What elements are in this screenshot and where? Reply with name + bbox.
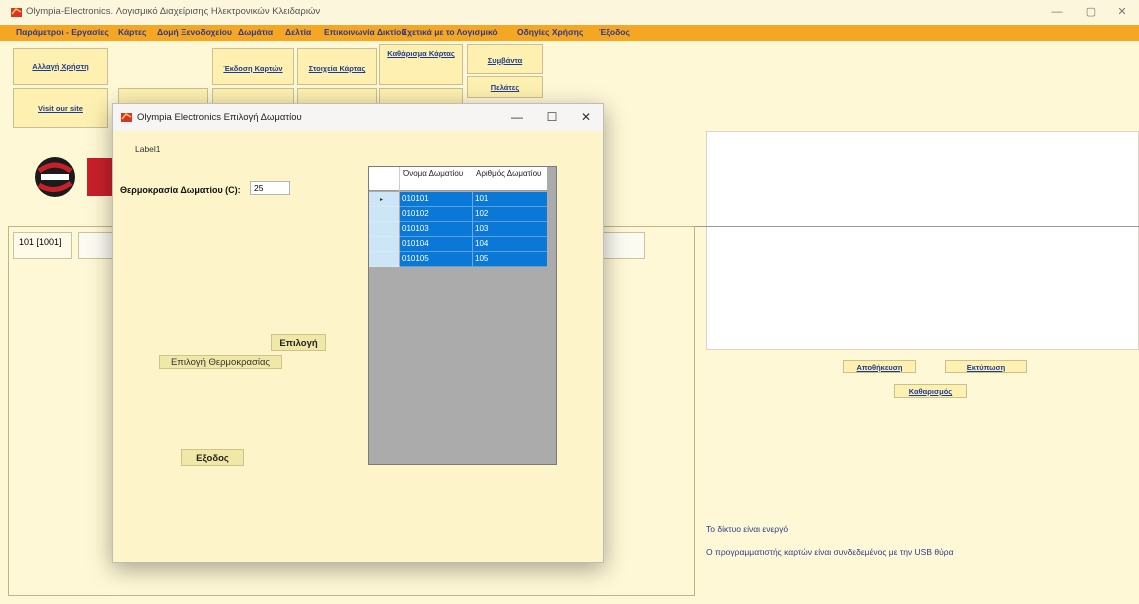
- menu-network[interactable]: Επικοινωνία Δικτίου: [324, 27, 406, 37]
- dialog-maximize-button[interactable]: ☐: [537, 109, 567, 126]
- dialog-title-bar: Olympia Electronics Επιλογή Δωματίου — ☐…: [113, 104, 603, 131]
- cell-room-name[interactable]: 010105: [400, 252, 473, 267]
- menu-exit[interactable]: Έξοδος: [599, 27, 630, 37]
- menu-help[interactable]: Οδηγίες Χρήσης: [517, 27, 583, 37]
- menu-bar: Παράμετροι - Εργασίες Κάρτες Δομή Ξενοδο…: [0, 25, 1139, 41]
- cell-room-number[interactable]: 103: [473, 222, 547, 237]
- dialog-app-icon: [121, 113, 132, 122]
- temperature-input[interactable]: 25: [250, 181, 290, 195]
- clear-label: Καθαρισμός: [908, 387, 953, 396]
- row-selector-icon: ▸: [380, 197, 384, 203]
- cell-room-name[interactable]: 010104: [400, 237, 473, 252]
- visit-site-button[interactable]: Visit our site: [13, 88, 108, 128]
- grid-corner-cell: [369, 167, 400, 191]
- clear-card-button[interactable]: Καθάρισμα Κάρτας: [379, 44, 463, 85]
- issue-cards-button[interactable]: Έκδοση Καρτών: [212, 48, 294, 85]
- print-label: Εκτύπωση: [966, 363, 1006, 372]
- dialog-minimize-button[interactable]: —: [502, 109, 532, 126]
- events-label: Συμβάντα: [487, 56, 523, 65]
- cell-room-number[interactable]: 104: [473, 237, 547, 252]
- dialog-close-button[interactable]: ✕: [571, 109, 601, 126]
- events-button[interactable]: Συμβάντα: [467, 44, 543, 74]
- card-info-label: Στοιχεία Κάρτας: [308, 64, 366, 73]
- exit-button[interactable]: Εξοδος: [181, 449, 244, 466]
- cell-room-number[interactable]: 105: [473, 252, 547, 267]
- cell-room-name[interactable]: 010103: [400, 222, 473, 237]
- row-header[interactable]: [369, 222, 400, 237]
- olympia-logo-icon: [35, 157, 75, 197]
- change-user-label: Αλλαγή Χρήστη: [32, 62, 89, 71]
- close-button[interactable]: ✕: [1105, 4, 1139, 21]
- menu-reports[interactable]: Δελτία: [285, 27, 311, 37]
- maximize-button[interactable]: ▢: [1074, 4, 1108, 21]
- cell-room-name[interactable]: 010102: [400, 207, 473, 222]
- customers-label: Πελάτες: [490, 83, 520, 92]
- select-temperature-button[interactable]: Επιλογή Θερμοκρασίας: [159, 355, 282, 369]
- menu-hotel-structure[interactable]: Δομή Ξενοδοχείου: [157, 27, 232, 37]
- brand-badge-icon: [87, 158, 113, 196]
- card-info-button[interactable]: Στοιχεία Κάρτας: [297, 48, 377, 85]
- menu-cards[interactable]: Κάρτες: [118, 27, 146, 37]
- cell-room-number[interactable]: 101: [473, 192, 547, 207]
- network-status: Το δίκτυο είναι ενεργό: [706, 524, 789, 534]
- main-title-bar: Olympia-Electronics. Λογισμικό Διαχείρισ…: [0, 0, 1139, 25]
- menu-about[interactable]: Σχετικά με το Λογισμικό: [402, 27, 498, 37]
- separator-line: [695, 226, 1139, 227]
- dialog-title: Olympia Electronics Επιλογή Δωματίου: [137, 112, 302, 123]
- programmer-status: Ο προγραμματιστής καρτών είναι συνδεδεμέ…: [706, 547, 954, 557]
- grid-row[interactable]: 010102 102: [369, 207, 547, 222]
- grid-row[interactable]: 010103 103: [369, 222, 547, 237]
- grid-row[interactable]: 010105 105: [369, 252, 547, 267]
- temperature-label: Θερμοκρασία Δωματίου (C):: [120, 185, 241, 195]
- save-label: Αποθήκευση: [856, 363, 903, 372]
- rooms-grid: Όνομα Δωματίου Αριθμός Δωματίου ▸ 010101…: [368, 166, 557, 465]
- grid-row[interactable]: 010104 104: [369, 237, 547, 252]
- print-button[interactable]: Εκτύπωση: [945, 360, 1027, 373]
- row-header[interactable]: ▸: [369, 192, 400, 207]
- change-user-button[interactable]: Αλλαγή Χρήστη: [13, 48, 108, 85]
- cell-room-number[interactable]: 102: [473, 207, 547, 222]
- issue-cards-label: Έκδοση Καρτών: [223, 64, 283, 73]
- grid-header: Όνομα Δωματίου Αριθμός Δωματίου: [369, 167, 547, 191]
- menu-parameters[interactable]: Παράμετροι - Εργασίες: [16, 27, 109, 37]
- grid-row[interactable]: ▸ 010101 101: [369, 192, 547, 207]
- app-logo-icon: [11, 8, 22, 17]
- customers-button[interactable]: Πελάτες: [467, 76, 543, 98]
- column-room-number[interactable]: Αριθμός Δωματίου: [476, 170, 542, 178]
- select-button[interactable]: Επιλογή: [271, 334, 326, 351]
- column-room-name[interactable]: Όνομα Δωματίου: [403, 170, 469, 178]
- save-button[interactable]: Αποθήκευση: [843, 360, 916, 373]
- menu-rooms[interactable]: Δωμάτια: [238, 27, 273, 37]
- cell-room-name[interactable]: 010101: [400, 192, 473, 207]
- clear-button[interactable]: Καθαρισμός: [894, 384, 967, 398]
- clear-card-label: Καθάρισμα Κάρτας: [387, 49, 455, 58]
- row-header[interactable]: [369, 237, 400, 252]
- visit-site-label: Visit our site: [38, 104, 83, 113]
- window-title: Olympia-Electronics. Λογισμικό Διαχείρισ…: [26, 6, 321, 17]
- room-select-dialog: Olympia Electronics Επιλογή Δωματίου — ☐…: [112, 103, 604, 563]
- row-header[interactable]: [369, 207, 400, 222]
- minimize-button[interactable]: —: [1040, 4, 1074, 21]
- row-header[interactable]: [369, 252, 400, 267]
- label1: Label1: [135, 144, 161, 154]
- card-info-display: [706, 131, 1139, 350]
- room-tab[interactable]: 101 [1001]: [13, 232, 72, 259]
